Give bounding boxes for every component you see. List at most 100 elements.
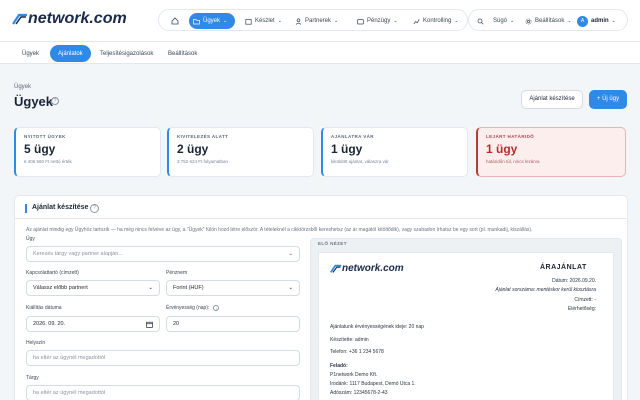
- user-menu[interactable]: A admin ⌄: [573, 13, 620, 29]
- document-date: Dátum: 2026.09.20.: [552, 278, 596, 284]
- help-icon[interactable]: ?: [90, 204, 99, 213]
- tab-ajanlatok[interactable]: Ajánlatok: [50, 45, 91, 62]
- document-author: Készítette: admin: [330, 337, 369, 343]
- calendar-icon[interactable]: [146, 321, 153, 328]
- subject-placeholder: ha eltér az ügynél megadottól: [33, 390, 106, 396]
- document-addressee: Címzett: -: [574, 297, 596, 303]
- currency-select[interactable]: Forint (HUF) ⌄: [166, 280, 300, 296]
- nav-label: Kontrolling: [423, 18, 452, 24]
- place-placeholder: ha eltér az ügynél megadottól: [33, 355, 106, 361]
- nav-label: Ügyek: [203, 18, 221, 24]
- brand-logo[interactable]: network.com: [12, 10, 127, 28]
- document-phone: Telefon: +36 1 234 5678: [330, 349, 384, 355]
- card-value: 2 ügy: [177, 142, 209, 156]
- main-nav: Ügyek ⌄ Készlet ⌄ Partnerek ⌄ Pénzügy ⌄ …: [158, 9, 468, 31]
- card-value: 1 ügy: [486, 142, 518, 156]
- stat-card-open[interactable]: NYITOTT ÜGYEK 5 ügy 6 406 560 Ft nettó é…: [14, 127, 161, 177]
- case-select[interactable]: Keresés tárgy vagy partner alapján... ⌄: [26, 246, 300, 262]
- chevron-down-icon: ⌄: [277, 18, 282, 24]
- issue-date-input[interactable]: 2026. 09. 20.: [26, 316, 160, 332]
- logo-mark-icon: [330, 264, 342, 273]
- subject-label: Tárgy: [26, 375, 39, 381]
- panel-accent: [25, 204, 27, 213]
- create-quote-button[interactable]: Ajánlat készítése: [521, 90, 583, 109]
- panel-title: Ajánlat készítése: [32, 204, 89, 211]
- chevron-down-icon: ⌄: [567, 18, 572, 24]
- document-number: Ajánlat sorszáma: mentéskor kerül kioszt…: [495, 287, 596, 293]
- tab-label: Ügyek: [22, 50, 40, 57]
- document-logo-text: network.com: [342, 263, 404, 274]
- chart-icon: [413, 18, 420, 24]
- document-contact: Elérhetőség:: [567, 306, 596, 312]
- tab-beallitasok[interactable]: Beállítások: [160, 45, 205, 62]
- users-icon: [295, 18, 302, 25]
- info-icon[interactable]: i: [213, 305, 220, 311]
- validity-label: Érvényesség (nap):: [166, 305, 210, 311]
- chevron-down-icon: ⌄: [288, 285, 293, 291]
- stat-card-in-progress[interactable]: KIVITELEZÉS ALATT 2 ügy 3 752 624 Ft fol…: [167, 127, 314, 177]
- card-label: AJÁNLATRA VÁR: [331, 134, 374, 139]
- nav-item-ugyek[interactable]: Ügyek ⌄: [189, 13, 235, 29]
- tab-ugyek[interactable]: Ügyek: [14, 45, 47, 62]
- place-input[interactable]: ha eltér az ügynél megadottól: [26, 350, 300, 366]
- intro-text: Az ajánlat mindig egy Ügyhöz tartozik — …: [26, 227, 533, 233]
- help-icon[interactable]: ?: [51, 97, 59, 105]
- preview-label: ELŐ NÉZET: [318, 241, 347, 246]
- search-button[interactable]: [473, 13, 488, 29]
- currency-value: Forint (HUF): [173, 285, 204, 291]
- card-sub: 6 406 560 Ft nettó érték: [24, 159, 72, 164]
- box-icon: [245, 18, 252, 25]
- chevron-down-icon: ⌄: [611, 18, 616, 24]
- chevron-down-icon: ⌄: [393, 18, 398, 24]
- validity-input[interactable]: 20: [166, 316, 300, 332]
- right-nav: Súgó ⌄ Beállítások ⌄ A admin ⌄: [468, 9, 628, 31]
- contact-select[interactable]: Válassz előbb partnert ⌄: [26, 280, 160, 296]
- home-icon: [171, 17, 179, 25]
- validity-label-row: Érvényesség (nap): i: [166, 305, 220, 311]
- wallet-icon: [357, 18, 364, 24]
- contact-value: Válassz előbb partnert: [33, 285, 88, 291]
- chevron-down-icon: ⌄: [334, 18, 339, 24]
- settings-label: Beállítások: [535, 18, 565, 24]
- page-title: Ügyek: [14, 94, 54, 109]
- sub-tabs: Ügyek Ajánlatok Teljesítésigazolások Beá…: [0, 42, 640, 64]
- issue-date-value: 2026. 09. 20.: [33, 321, 66, 327]
- currency-label: Pénznem: [166, 270, 188, 276]
- chevron-down-icon: ⌄: [454, 18, 459, 24]
- document-sender-name: P1network Demo Kft.: [330, 372, 378, 378]
- gear-icon: [525, 18, 532, 24]
- breadcrumb: Ügyek: [14, 84, 32, 90]
- tab-label: Teljesítésigazolások: [100, 50, 154, 57]
- document-sender-address: Irodánk: 1117 Budapest, Demó Utca 1.: [330, 381, 416, 387]
- search-icon: [477, 18, 484, 25]
- document-title: ÁRAJÁNLAT: [540, 264, 587, 271]
- nav-item-kontrolling[interactable]: Kontrolling ⌄: [409, 13, 463, 29]
- nav-item-penzugy[interactable]: Pénzügy ⌄: [353, 13, 402, 29]
- document-sender-tax: Adószám: 12345678-2-43: [330, 390, 388, 396]
- nav-item-partnerek[interactable]: Partnerek ⌄: [291, 13, 342, 29]
- stat-card-overdue[interactable]: LEJÁRT HATÁRIDŐ 1 ügy határidőn túl, nin…: [476, 127, 626, 177]
- nav-label: Készlet: [255, 18, 275, 24]
- avatar: A: [577, 15, 588, 27]
- help-menu[interactable]: Súgó ⌄: [489, 13, 518, 29]
- card-sub: 3 752 624 Ft folyamatban: [177, 159, 229, 164]
- new-case-button[interactable]: + Új ügy: [589, 90, 627, 109]
- tab-label: Ajánlatok: [58, 50, 83, 57]
- card-label: NYITOTT ÜGYEK: [24, 134, 66, 139]
- contact-label: Kapcsolattartó (címzett): [26, 270, 79, 276]
- nav-home[interactable]: [165, 13, 185, 29]
- folder-icon: [193, 18, 200, 24]
- place-label: Helyszín: [26, 340, 46, 346]
- chevron-down-icon: ⌄: [148, 285, 153, 291]
- settings-menu[interactable]: Beállítások ⌄: [521, 13, 576, 29]
- stat-card-awaiting[interactable]: AJÁNLATRA VÁR 1 ügy kiküldött ajánlat, v…: [321, 127, 468, 177]
- document-validity: Ajánlatunk érvényességének ideje: 20 nap: [330, 324, 424, 330]
- card-sub: kiküldött ajánlat, válaszra vár: [331, 159, 389, 164]
- tab-teljesitesigazolasok[interactable]: Teljesítésigazolások: [92, 45, 161, 62]
- case-placeholder: Keresés tárgy vagy partner alapján...: [33, 251, 123, 257]
- document-logo: network.com: [330, 263, 404, 274]
- nav-item-keszlet[interactable]: Készlet ⌄: [241, 13, 286, 29]
- chevron-down-icon: ⌄: [223, 18, 228, 24]
- user-name: admin: [591, 18, 609, 24]
- subject-input[interactable]: ha eltér az ügynél megadottól: [26, 385, 300, 400]
